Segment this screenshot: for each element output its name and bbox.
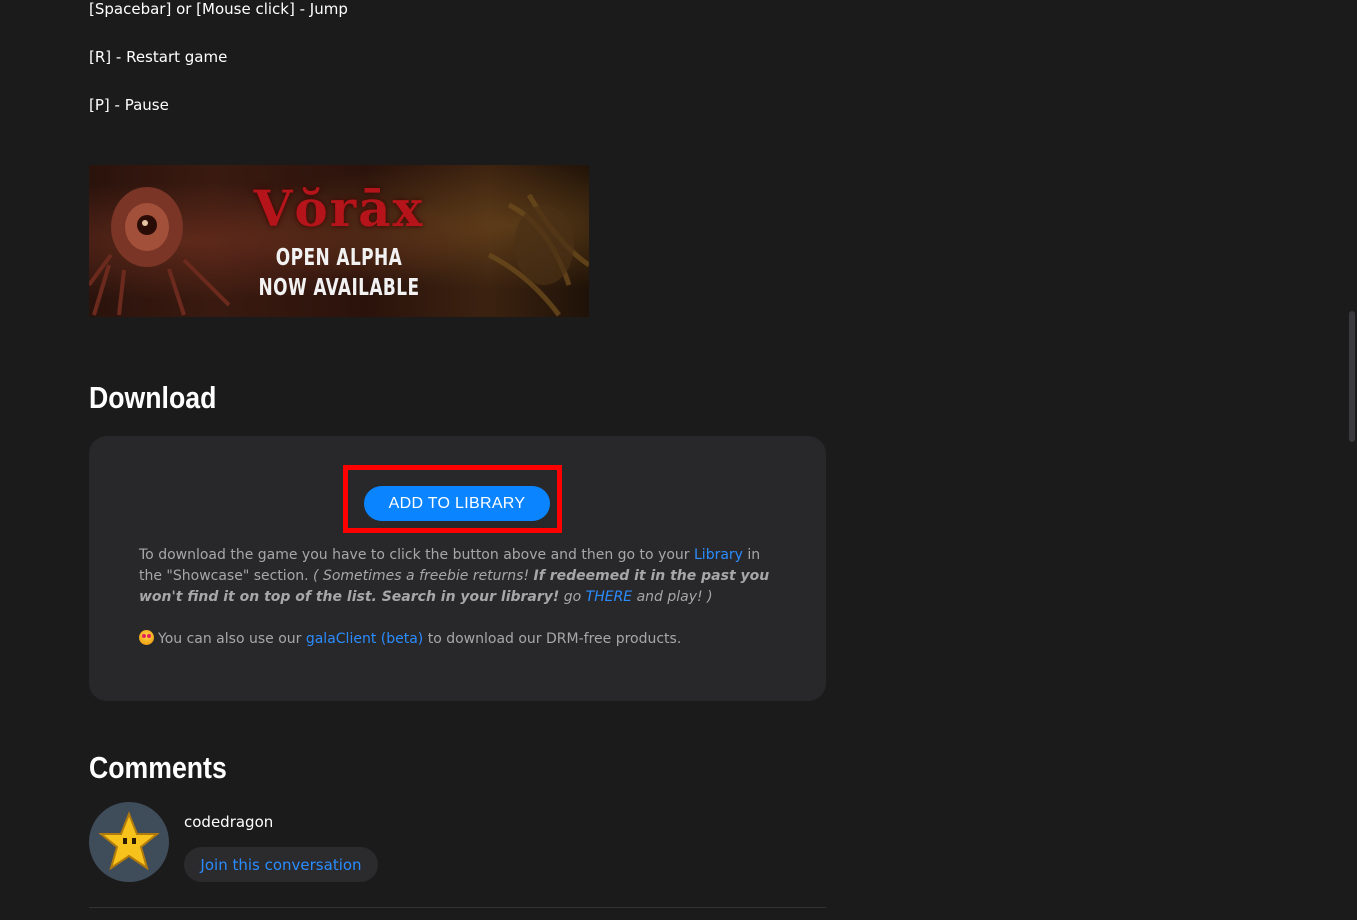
go-text: go	[559, 589, 586, 605]
banner-line-1: OPEN ALPHA	[275, 245, 403, 271]
client-text-2: to download our DRM-free products.	[423, 631, 682, 647]
comments-heading: Comments	[89, 750, 227, 785]
comment-username[interactable]: codedragon	[184, 813, 273, 831]
join-conversation-button[interactable]: Join this conversation	[184, 847, 378, 882]
add-to-library-button[interactable]: ADD TO LIBRARY	[364, 486, 550, 521]
control-pause: [P] - Pause	[89, 96, 169, 114]
avatar[interactable]	[89, 802, 169, 882]
banner-title: Vŏrāx	[253, 179, 425, 238]
star-avatar-icon	[98, 811, 160, 871]
control-restart: [R] - Restart game	[89, 48, 228, 66]
there-link[interactable]: THERE	[586, 589, 633, 605]
star-struck-emoji-icon	[139, 630, 154, 645]
banner-line-2: NOW AVAILABLE	[258, 275, 420, 301]
download-heading: Download	[89, 380, 217, 415]
scrollbar-thumb[interactable]	[1349, 311, 1355, 442]
and-play-text: and play! )	[632, 589, 713, 605]
freebie-note: ( Sometimes a freebie returns!	[313, 568, 534, 584]
vorax-banner[interactable]: Vŏrāx OPEN ALPHA NOW AVAILABLE	[89, 165, 589, 317]
download-instructions: To download the game you have to click t…	[139, 545, 779, 608]
library-link[interactable]: Library	[694, 547, 743, 563]
download-card: ADD TO LIBRARY To download the game you …	[89, 436, 826, 701]
galaclient-link[interactable]: galaClient (beta)	[306, 631, 423, 647]
divider	[89, 907, 826, 908]
client-text: You can also use our	[158, 631, 306, 647]
galaclient-note: You can also use our galaClient (beta) t…	[139, 629, 779, 650]
control-jump: [Spacebar] or [Mouse click] - Jump	[89, 0, 348, 18]
page: [Spacebar] or [Mouse click] - Jump [R] -…	[0, 0, 1357, 920]
instructions-text: To download the game you have to click t…	[139, 547, 694, 563]
